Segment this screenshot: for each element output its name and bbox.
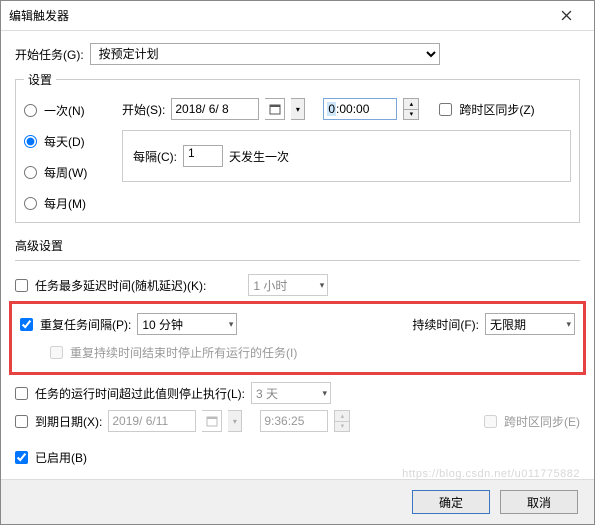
expire-date-input: 2019/ 6/11 [108,410,196,432]
expire-checkbox[interactable]: 到期日期(X): [15,413,102,430]
stop-after-checkbox[interactable]: 任务的运行时间超过此值则停止执行(L): [15,385,245,402]
radio-weekly[interactable]: 每周(W) [24,164,114,181]
highlight-box: 重复任务间隔(P): 10 分钟▾ 持续时间(F): 无限期▾ 重复持续时间结束… [9,301,586,375]
date-dropdown-icon[interactable]: ▾ [291,98,305,120]
start-label: 开始(S): [122,101,165,118]
interval-label: 每隔(C): [133,148,177,165]
window-title: 编辑触发器 [9,7,546,24]
chevron-down-icon: ▾ [566,319,571,330]
radio-once[interactable]: 一次(N) [24,102,114,119]
begin-task-select[interactable]: 按预定计划 [90,43,440,65]
spin-up-icon[interactable]: ▴ [403,98,419,109]
daily-interval-box: 每隔(C): 1 天发生一次 [122,130,571,182]
cancel-button[interactable]: 取消 [500,490,578,514]
spin-up-icon: ▴ [334,410,350,421]
enabled-checkbox[interactable]: 已启用(B) [15,449,87,466]
advanced-title: 高级设置 [15,237,580,254]
sync-timezone-checkbox[interactable]: 跨时区同步(Z) [439,101,534,118]
settings-legend: 设置 [24,71,56,88]
expire-time-input: 9:36:25 [260,410,328,432]
footer: 确定 取消 [1,479,594,524]
chevron-down-icon: ▾ [322,388,327,399]
repeat-checkbox[interactable]: 重复任务间隔(P): [20,316,131,333]
calendar-icon [202,410,222,432]
close-button[interactable] [546,2,586,30]
begin-task-label: 开始任务(G): [15,46,84,63]
delay-checkbox[interactable]: 任务最多延迟时间(随机延迟)(K): [15,277,206,294]
start-date-input[interactable]: 2018/ 6/ 8 [171,98,259,120]
start-time-input[interactable]: 0:00:00 [323,98,397,120]
radio-monthly[interactable]: 每月(M) [24,195,114,212]
duration-label: 持续时间(F): [412,316,479,333]
titlebar: 编辑触发器 [1,1,594,31]
duration-combo[interactable]: 无限期▾ [485,313,575,335]
stop-all-checkbox: 重复持续时间结束时停止所有运行的任务(I) [50,344,297,361]
spin-down-icon: ▾ [334,421,350,432]
chevron-down-icon: ▾ [320,280,325,291]
calendar-icon[interactable] [265,98,285,120]
dialog-edit-trigger: 编辑触发器 开始任务(G): 按预定计划 设置 一次(N) 每天(D) 每周(W… [0,0,595,525]
interval-input[interactable]: 1 [183,145,223,167]
interval-suffix: 天发生一次 [229,148,289,165]
chevron-down-icon: ▾ [229,319,234,330]
divider [15,260,580,261]
repeat-interval-combo[interactable]: 10 分钟▾ [137,313,237,335]
time-spinner: ▴▾ [334,410,350,432]
delay-combo: 1 小时▾ [248,274,328,296]
sync-timezone2-checkbox: 跨时区同步(E) [484,413,580,430]
radio-daily[interactable]: 每天(D) [24,133,114,150]
date-dropdown-icon: ▾ [228,410,242,432]
time-spinner[interactable]: ▴▾ [403,98,419,120]
close-icon [561,10,572,21]
settings-group: 设置 一次(N) 每天(D) 每周(W) 每月(M) 开始(S): 2018/ … [15,71,580,223]
stop-after-combo: 3 天▾ [251,382,331,404]
spin-down-icon[interactable]: ▾ [403,109,419,120]
frequency-column: 一次(N) 每天(D) 每周(W) 每月(M) [24,98,114,212]
ok-button[interactable]: 确定 [412,490,490,514]
